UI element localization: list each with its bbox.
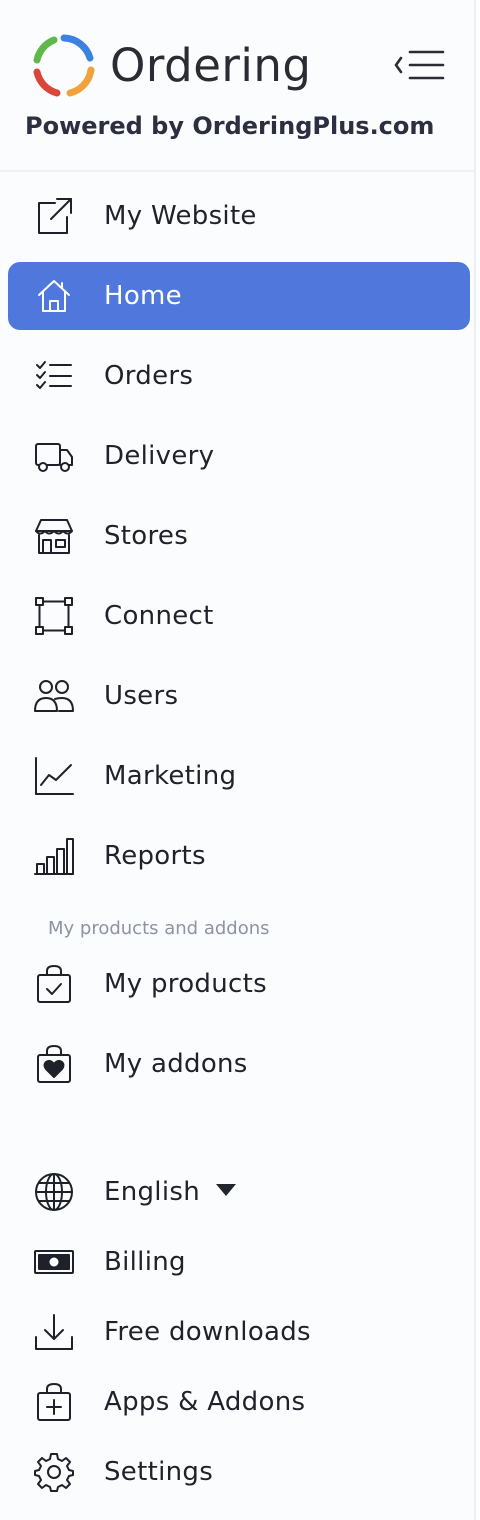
nav-label: Delivery (104, 441, 215, 471)
ordering-logo-icon (30, 32, 98, 100)
collapse-menu-icon (394, 50, 445, 80)
cash-icon (32, 1240, 76, 1284)
nav-item-my-website[interactable]: My Website (8, 182, 470, 250)
nav-label: Apps & Addons (104, 1387, 306, 1417)
home-icon (32, 274, 76, 318)
bag-check-icon (32, 962, 76, 1006)
bag-plus-icon (32, 1380, 76, 1424)
gear-icon (32, 1450, 76, 1494)
nav-item-connect[interactable]: Connect (8, 582, 470, 650)
nav-label: Users (104, 681, 179, 711)
nav-label: My products (104, 969, 267, 999)
globe-icon (32, 1170, 76, 1214)
external-link-icon (32, 194, 76, 238)
language-value: English (104, 1177, 200, 1207)
nav-item-my-addons[interactable]: My addons (8, 1030, 470, 1098)
language-selector[interactable]: English (8, 1158, 470, 1226)
nav-label: Free downloads (104, 1317, 311, 1347)
truck-icon (32, 434, 76, 478)
nav-item-my-products[interactable]: My products (8, 950, 470, 1018)
section-label-products: My products and addons (48, 918, 270, 939)
people-icon (32, 674, 76, 718)
nav-item-home[interactable]: Home (8, 262, 470, 330)
bounding-box-icon (32, 594, 76, 638)
app-name: Ordering (110, 39, 312, 92)
nav-label: My addons (104, 1049, 248, 1079)
nav-item-free-downloads[interactable]: Free downloads (8, 1298, 470, 1366)
nav-item-apps-addons[interactable]: Apps & Addons (8, 1368, 470, 1436)
caret-down-icon (215, 1183, 236, 1196)
bar-chart-icon (32, 834, 76, 878)
download-icon (32, 1310, 76, 1354)
nav-item-marketing[interactable]: Marketing (8, 742, 470, 810)
nav-item-delivery[interactable]: Delivery (8, 422, 470, 490)
nav-item-reports[interactable]: Reports (8, 822, 470, 890)
nav-label: Marketing (104, 761, 237, 791)
nav-label: Stores (104, 521, 189, 551)
nav-item-users[interactable]: Users (8, 662, 470, 730)
nav-label: Reports (104, 841, 206, 871)
graph-up-icon (32, 754, 76, 798)
bag-heart-icon (32, 1042, 76, 1086)
nav-label: Connect (104, 601, 214, 631)
nav-label: Home (104, 281, 182, 311)
nav-item-settings[interactable]: Settings (8, 1438, 470, 1506)
language-label: English (104, 1175, 236, 1209)
list-check-icon (32, 354, 76, 398)
shop-icon (32, 514, 76, 558)
nav-label: Settings (104, 1457, 214, 1487)
collapse-sidebar-button[interactable] (388, 44, 448, 88)
nav-item-stores[interactable]: Stores (8, 502, 470, 570)
nav-item-billing[interactable]: Billing (8, 1228, 470, 1296)
nav-label: My Website (104, 201, 257, 231)
sidebar: Ordering Powered by OrderingPlus.com My … (0, 0, 476, 1520)
nav-label: Billing (104, 1247, 186, 1277)
nav-item-orders[interactable]: Orders (8, 342, 470, 410)
sidebar-header: Ordering Powered by OrderingPlus.com (0, 0, 476, 172)
nav-label: Orders (104, 361, 194, 391)
powered-by-link[interactable]: Powered by OrderingPlus.com (25, 108, 434, 144)
